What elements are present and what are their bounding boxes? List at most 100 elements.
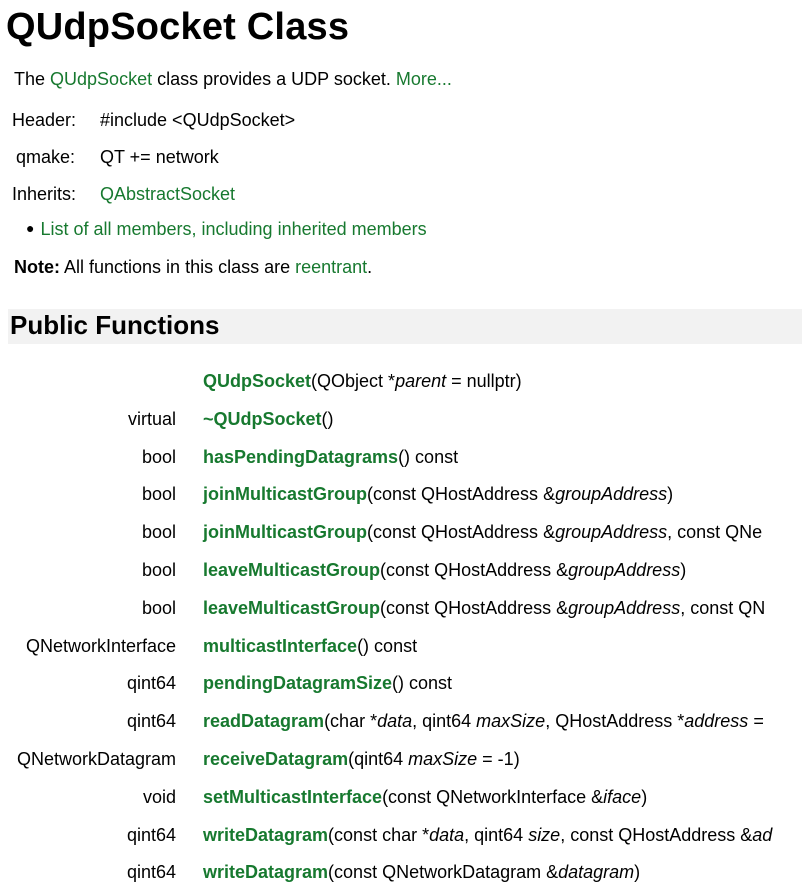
function-row: QNetworkDatagram receiveDatagram(qint64 m…	[0, 749, 802, 777]
signature-text: (const char *	[328, 825, 430, 845]
signature-text: , QHostAddress *	[545, 711, 685, 731]
parameter-name: parent	[395, 371, 447, 391]
function-return-type: qint64	[126, 825, 176, 845]
function-return-type: bool	[141, 598, 176, 618]
signature-text: )	[667, 484, 674, 504]
signature-text: (qint64	[348, 749, 409, 769]
signature-text: () const	[392, 673, 453, 693]
page-title: QUdpSocket Class	[6, 6, 350, 48]
function-name-link[interactable]: readDatagram	[203, 711, 324, 731]
parameter-name: iface	[603, 787, 642, 807]
function-name-link[interactable]: joinMulticastGroup	[203, 484, 367, 504]
class-link[interactable]: QUdpSocket	[50, 69, 152, 89]
function-row: bool leaveMulticastGroup(const QHostAddre…	[0, 598, 802, 626]
more-link[interactable]: More...	[396, 69, 452, 89]
signature-text: (const QHostAddress &	[380, 560, 569, 580]
parameter-name: maxSize	[408, 749, 478, 769]
parameter-name: data	[429, 825, 465, 845]
signature-text: , const QNe	[667, 522, 763, 542]
function-signature: receiveDatagram(qint64 maxSize = -1)	[203, 749, 520, 770]
function-row: QUdpSocket(QObject *parent = nullptr)	[0, 371, 802, 399]
function-row: void setMulticastInterface(const QNetwork…	[0, 787, 802, 815]
signature-text: , qint64	[412, 711, 477, 731]
function-return-type: void	[142, 787, 176, 807]
function-name-link[interactable]: setMulticastInterface	[203, 787, 382, 807]
signature-text: (const QHostAddress &	[367, 522, 556, 542]
signature-text: , const QHostAddress &	[560, 825, 753, 845]
function-name-link[interactable]: pendingDatagramSize	[203, 673, 392, 693]
brief-prefix: The	[14, 69, 51, 89]
signature-text: , const QN	[680, 598, 766, 618]
signature-text: (const QNetworkInterface &	[382, 787, 604, 807]
function-return-type: bool	[141, 447, 176, 467]
function-row: qint64 writeDatagram(const QNetworkDatagr…	[0, 862, 802, 890]
public-functions-header: Public Functions	[8, 309, 802, 344]
function-row: virtual ~QUdpSocket()	[0, 409, 802, 437]
members-list-item: ● List of all members, including inherite…	[26, 219, 427, 240]
header-value: #include <QUdpSocket>	[100, 110, 296, 130]
function-row: qint64 writeDatagram(const char *data, qi…	[0, 825, 802, 853]
parameter-name: groupAddress	[555, 522, 668, 542]
function-return-type: QNetworkDatagram	[16, 749, 176, 769]
function-signature: setMulticastInterface(const QNetworkInte…	[203, 787, 647, 808]
function-signature: pendingDatagramSize() const	[203, 673, 452, 694]
reentrancy-note: Note: All functions in this class are re…	[14, 257, 372, 278]
reentrant-link[interactable]: reentrant	[295, 257, 367, 277]
note-suffix: .	[367, 257, 373, 277]
signature-text: () const	[398, 447, 459, 467]
parameter-name: groupAddress	[568, 598, 681, 618]
signature-text: () const	[357, 636, 418, 656]
function-signature: writeDatagram(const char *data, qint64 s…	[203, 825, 772, 846]
parameter-name: datagram	[558, 862, 635, 882]
function-return-type: qint64	[126, 673, 176, 693]
function-name-link[interactable]: writeDatagram	[203, 825, 328, 845]
function-row: qint64 readDatagram(char *data, qint64 ma…	[0, 711, 802, 739]
function-name-link[interactable]: writeDatagram	[203, 862, 328, 882]
qmake-label: qmake:	[16, 147, 76, 167]
function-name-link[interactable]: leaveMulticastGroup	[203, 598, 380, 618]
signature-text: , qint64	[464, 825, 529, 845]
function-name-link[interactable]: joinMulticastGroup	[203, 522, 367, 542]
function-name-link[interactable]: leaveMulticastGroup	[203, 560, 380, 580]
signature-text: ()	[321, 409, 334, 429]
bullet-icon: ●	[26, 220, 35, 236]
function-row: bool joinMulticastGroup(const QHostAddres…	[0, 522, 802, 550]
function-name-link[interactable]: receiveDatagram	[203, 749, 348, 769]
function-return-type: bool	[141, 484, 176, 504]
function-signature: joinMulticastGroup(const QHostAddress &g…	[203, 522, 762, 543]
function-row: bool leaveMulticastGroup(const QHostAddre…	[0, 560, 802, 588]
function-row: bool hasPendingDatagrams() const	[0, 447, 802, 475]
signature-text: (const QHostAddress &	[380, 598, 569, 618]
function-signature: writeDatagram(const QNetworkDatagram &da…	[203, 862, 640, 883]
parameter-name: groupAddress	[555, 484, 668, 504]
function-signature: leaveMulticastGroup(const QHostAddress &…	[203, 560, 686, 581]
function-name-link[interactable]: multicastInterface	[203, 636, 357, 656]
function-signature: hasPendingDatagrams() const	[203, 447, 458, 468]
parameter-name: size	[528, 825, 561, 845]
note-label: Note:	[14, 257, 60, 277]
parameter-name: address	[684, 711, 749, 731]
function-name-link[interactable]: ~QUdpSocket	[203, 409, 322, 429]
function-row: bool joinMulticastGroup(const QHostAddres…	[0, 484, 802, 512]
function-name-link[interactable]: QUdpSocket	[203, 371, 311, 391]
function-row: QNetworkInterface multicastInterface() co…	[0, 636, 802, 664]
function-return-type: qint64	[126, 711, 176, 731]
function-signature: ~QUdpSocket()	[203, 409, 334, 430]
brief-text: class provides a UDP socket.	[152, 69, 396, 89]
function-signature: multicastInterface() const	[203, 636, 417, 657]
all-members-link[interactable]: List of all members, including inherited…	[40, 219, 426, 239]
function-row: qint64 pendingDatagramSize() const	[0, 673, 802, 701]
signature-text: (QObject *	[311, 371, 396, 391]
parameter-name: data	[377, 711, 413, 731]
function-return-type: qint64	[126, 862, 176, 882]
inherits-link[interactable]: QAbstractSocket	[100, 184, 235, 205]
function-signature: leaveMulticastGroup(const QHostAddress &…	[203, 598, 765, 619]
signature-text: =	[748, 711, 764, 731]
signature-text: (char *	[324, 711, 378, 731]
signature-text: )	[634, 862, 641, 882]
parameter-name: maxSize	[476, 711, 546, 731]
section-title: Public Functions	[10, 310, 220, 340]
parameter-name: ad	[752, 825, 773, 845]
function-name-link[interactable]: hasPendingDatagrams	[203, 447, 398, 467]
qmake-value: QT += network	[100, 147, 219, 167]
